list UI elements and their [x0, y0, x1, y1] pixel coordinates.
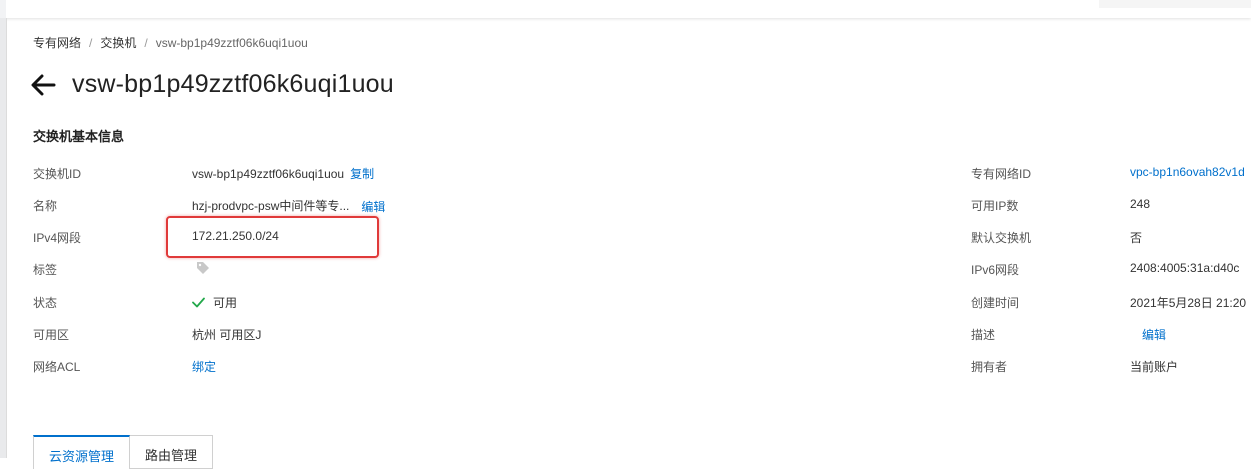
vsw-id-row: vsw-bp1p49zztf06k6uqi1uou 复制 [192, 165, 374, 182]
edit-name-link[interactable]: 编辑 [361, 198, 385, 215]
owner-value: 当前账户 [1130, 360, 1179, 374]
default-vsw-value: 否 [1130, 231, 1143, 245]
section-title: 交换机基本信息 [33, 129, 125, 144]
created-label: 创建时间 [971, 296, 1020, 310]
vsw-id-value: vsw-bp1p49zztf06k6uqi1uou [192, 166, 345, 181]
breadcrumb-vpc[interactable]: 专有网络 [33, 34, 81, 51]
check-icon [192, 297, 205, 308]
sidebar-edge [0, 18, 7, 458]
tab-bar: 云资源管理 路由管理 [33, 435, 214, 469]
tags-label: 标签 [33, 263, 58, 277]
status-value: 可用 [213, 296, 238, 310]
breadcrumb-vswitch[interactable]: 交换机 [100, 34, 136, 51]
page-title: vsw-bp1p49zztf06k6uqi1uou [72, 70, 394, 98]
vpc-id-link[interactable]: vpc-bp1n6ovah82v1d [1130, 165, 1245, 179]
ipv4-label: IPv4网段 [33, 231, 82, 245]
top-bar-left-edge [0, 0, 6, 18]
created-value: 2021年5月28日 21:20 [1130, 296, 1247, 310]
default-vsw-label: 默认交换机 [971, 231, 1032, 245]
bind-acl-link[interactable]: 绑定 [192, 358, 216, 375]
page-header: vsw-bp1p49zztf06k6uqi1uou [30, 70, 394, 99]
tab-cloud-resources[interactable]: 云资源管理 [33, 435, 131, 469]
owner-label: 拥有者 [971, 360, 1008, 374]
description-label: 描述 [971, 328, 996, 342]
name-value: hzj-prodvpc-psw中间件等专... [192, 199, 350, 213]
tab-route-management[interactable]: 路由管理 [130, 435, 214, 469]
tag-icon[interactable] [196, 261, 210, 275]
highlight-box [166, 216, 379, 258]
vpc-id-label: 专有网络ID [971, 167, 1032, 181]
status-row: 可用 [192, 294, 237, 311]
breadcrumb-current: vsw-bp1p49zztf06k6uqi1uou [155, 35, 308, 50]
acl-label: 网络ACL [33, 360, 81, 374]
top-bar-right-area [1099, 0, 1251, 8]
breadcrumb-separator: / [144, 35, 148, 50]
ipv6-label: IPv6网段 [971, 263, 1020, 277]
top-bar [0, 0, 1251, 18]
edit-description-link[interactable]: 编辑 [1142, 326, 1166, 343]
name-label: 名称 [33, 199, 58, 213]
name-row: hzj-prodvpc-psw中间件等专... 编辑 [192, 197, 385, 214]
vsw-id-label: 交换机ID [33, 167, 82, 181]
status-label: 状态 [33, 296, 58, 310]
arrow-left-icon[interactable] [30, 74, 56, 96]
zone-value: 杭州 可用区J [192, 328, 262, 342]
copy-link[interactable]: 复制 [350, 165, 374, 182]
available-ips-label: 可用IP数 [971, 199, 1019, 213]
ipv6-value: 2408:4005:31a:d40c [1130, 261, 1240, 275]
breadcrumb: 专有网络 / 交换机 / vsw-bp1p49zztf06k6uqi1uou [33, 34, 308, 51]
zone-label: 可用区 [33, 328, 70, 342]
breadcrumb-separator: / [89, 35, 93, 50]
available-ips-value: 248 [1130, 197, 1151, 211]
